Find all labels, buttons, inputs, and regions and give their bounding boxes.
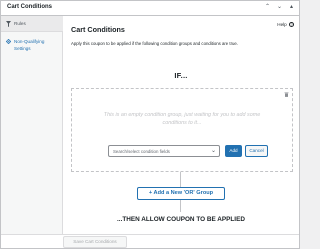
sidebar-item-label: Rules (14, 21, 26, 26)
select-placeholder: Search/select condition fields (113, 149, 170, 154)
cancel-button[interactable]: Cancel (245, 145, 268, 157)
empty-group-message: This is an empty condition group, just w… (103, 112, 261, 126)
page-title: Cart Conditions (71, 25, 125, 34)
move-up-icon[interactable]: ⌃ (263, 3, 272, 12)
condition-field-select[interactable]: Search/select condition fields ⌄ (108, 145, 220, 157)
connector-line (180, 200, 181, 212)
save-cart-conditions-button[interactable]: Save Cart Conditions (63, 236, 127, 248)
condition-group: This is an empty condition group, just w… (71, 88, 293, 172)
sidebar: Rules Non-Qualifying Settings (1, 16, 63, 234)
trash-icon[interactable] (284, 92, 289, 97)
add-or-group-button[interactable]: + Add a New 'OR' Group (137, 187, 225, 200)
sidebar-item-label: Non-Qualifying Settings (14, 39, 45, 51)
connector-line (180, 172, 181, 187)
help-link[interactable]: Help ? (277, 22, 294, 28)
cart-conditions-panel: Cart Conditions ⌃ ⌄ ▴ Rules Non-Qualifyi… (0, 0, 300, 249)
panel-title: Cart Conditions (7, 4, 52, 10)
if-label: IF... (174, 71, 188, 80)
panel-footer: Save Cart Conditions (1, 234, 299, 248)
then-label: ...THEN ALLOW COUPON TO BE APPLIED (117, 216, 245, 223)
sidebar-item-non-qualifying-settings[interactable]: Non-Qualifying Settings (1, 37, 63, 57)
main-content: Cart Conditions Help ? Apply this coupon… (63, 16, 299, 234)
help-label: Help (277, 22, 287, 27)
add-condition-button[interactable]: Add (225, 145, 242, 157)
move-down-icon[interactable]: ⌄ (275, 3, 284, 12)
description-text: Apply this coupon to be applied if the f… (71, 41, 238, 46)
gear-icon (6, 39, 11, 44)
collapse-toggle-icon[interactable]: ▴ (287, 3, 296, 12)
question-mark-icon: ? (289, 22, 294, 28)
funnel-icon (6, 21, 11, 27)
panel-titlebar: Cart Conditions ⌃ ⌄ ▴ (1, 1, 299, 16)
chevron-down-icon: ⌄ (210, 148, 216, 154)
sidebar-item-rules[interactable]: Rules (1, 16, 63, 32)
